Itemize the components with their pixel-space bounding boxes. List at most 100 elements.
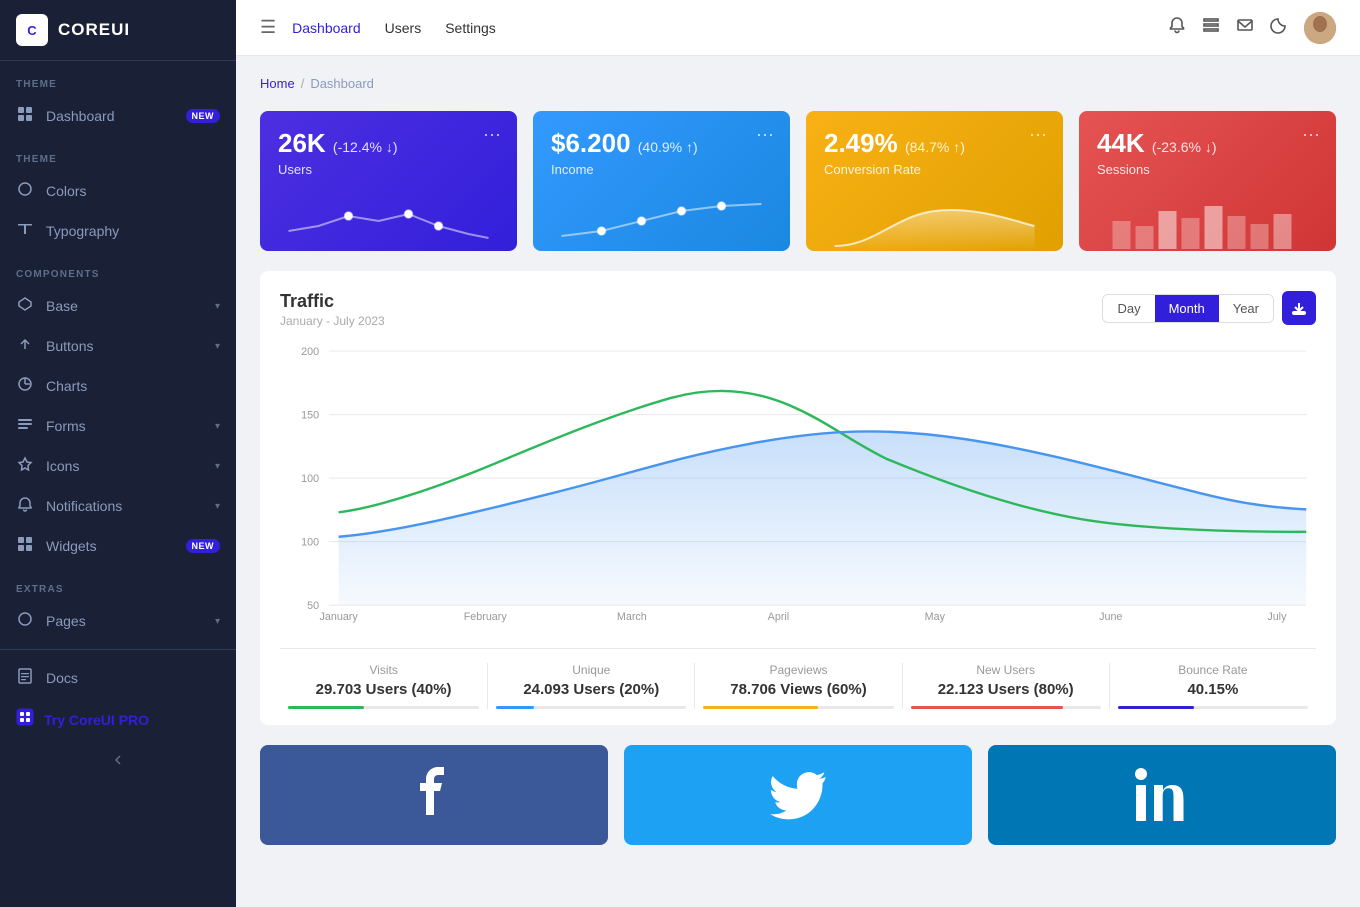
breadcrumb-current: Dashboard [310, 76, 374, 91]
theme-section-label2: THEME [0, 136, 236, 171]
bell-icon[interactable] [1168, 16, 1186, 39]
bouncerate-bar [1118, 706, 1308, 709]
base-label: Base [46, 298, 203, 314]
sidebar-item-colors[interactable]: Colors [0, 171, 236, 211]
conversion-card-menu[interactable]: ⋯ [1029, 125, 1049, 146]
svg-text:50: 50 [307, 600, 319, 612]
buttons-icon [16, 336, 34, 356]
theme-section-label: THEME [0, 61, 236, 96]
traffic-stats-bottom: Visits 29.703 Users (40%) Unique 24.093 … [280, 648, 1316, 709]
list-icon[interactable] [1202, 16, 1220, 39]
stats-cards-row: ⋯ 26K (-12.4% ↓) Users ⋯ $6.200 (40.9% ↑… [260, 111, 1336, 251]
month-button[interactable]: Month [1155, 295, 1219, 322]
users-label: Users [278, 162, 499, 177]
stat-bouncerate: Bounce Rate 40.15% [1109, 663, 1316, 709]
moon-icon[interactable] [1270, 16, 1288, 39]
logo-icon: C [16, 14, 48, 46]
conversion-chart [824, 185, 1045, 251]
dashboard-icon [16, 106, 34, 126]
svg-text:July: July [1267, 611, 1287, 623]
svg-text:200: 200 [301, 346, 319, 358]
main-content: ☰ Dashboard Users Settings [236, 0, 1360, 907]
forms-icon [16, 416, 34, 436]
svg-text:January: January [320, 611, 359, 623]
pages-icon [16, 611, 34, 631]
unique-value: 24.093 Users (20%) [496, 681, 686, 698]
income-value: $6.200 (40.9% ↑) [551, 129, 772, 158]
visits-bar-fill [288, 706, 364, 709]
newusers-value: 22.123 Users (80%) [911, 681, 1101, 698]
stat-newusers: New Users 22.123 Users (80%) [902, 663, 1109, 709]
bouncerate-label: Bounce Rate [1118, 663, 1308, 677]
sidebar-collapse-button[interactable] [0, 741, 236, 779]
page-content: Home / Dashboard ⋯ 26K (-12.4% ↓) Users [236, 56, 1360, 907]
sidebar-item-notifications[interactable]: Notifications ▾ [0, 486, 236, 526]
icons-label: Icons [46, 458, 203, 474]
sidebar-item-docs[interactable]: Docs [0, 658, 236, 698]
try-pro-button[interactable]: Try CoreUI PRO [0, 698, 236, 741]
extras-section-label: EXTRAS [0, 566, 236, 601]
widgets-icon [16, 536, 34, 556]
svg-text:June: June [1099, 611, 1122, 623]
sessions-card-menu[interactable]: ⋯ [1302, 125, 1322, 146]
svg-text:100: 100 [301, 537, 319, 549]
logo-text: COREUI [58, 20, 130, 40]
users-card-menu[interactable]: ⋯ [483, 125, 503, 146]
visits-bar [288, 706, 479, 709]
breadcrumb: Home / Dashboard [260, 76, 1336, 91]
buttons-label: Buttons [46, 338, 203, 354]
sidebar-item-widgets[interactable]: Widgets NEW [0, 526, 236, 566]
twitter-icon [768, 765, 828, 825]
nav-settings[interactable]: Settings [445, 20, 496, 36]
visits-value: 29.703 Users (40%) [288, 681, 479, 698]
charts-label: Charts [46, 378, 220, 394]
sidebar-item-icons[interactable]: Icons ▾ [0, 446, 236, 486]
linkedin-card [988, 745, 1336, 845]
try-pro-icon [16, 708, 34, 731]
header-nav: Dashboard Users Settings [292, 20, 496, 36]
linkedin-icon [1132, 765, 1192, 825]
day-button[interactable]: Day [1103, 295, 1154, 322]
visits-label: Visits [288, 663, 479, 677]
svg-text:May: May [925, 611, 946, 623]
sidebar-item-base[interactable]: Base ▾ [0, 286, 236, 326]
notifications-chevron: ▾ [215, 501, 220, 512]
sidebar-item-typography[interactable]: Typography [0, 211, 236, 251]
users-chart [278, 185, 499, 251]
sidebar-item-forms[interactable]: Forms ▾ [0, 406, 236, 446]
sidebar-item-buttons[interactable]: Buttons ▾ [0, 326, 236, 366]
stat-card-users: ⋯ 26K (-12.4% ↓) Users [260, 111, 517, 251]
sidebar-divider [0, 649, 236, 650]
income-card-menu[interactable]: ⋯ [756, 125, 776, 146]
breadcrumb-home[interactable]: Home [260, 76, 295, 91]
facebook-icon [404, 765, 464, 825]
sessions-chart [1097, 185, 1318, 251]
income-chart [551, 185, 772, 251]
notifications-icon [16, 496, 34, 516]
svg-text:March: March [617, 611, 647, 623]
svg-text:February: February [464, 611, 508, 623]
sidebar-item-pages[interactable]: Pages ▾ [0, 601, 236, 641]
avatar[interactable] [1304, 12, 1336, 44]
bouncerate-value: 40.15% [1118, 681, 1308, 698]
mail-icon[interactable] [1236, 16, 1254, 39]
sidebar-item-dashboard[interactable]: Dashboard NEW [0, 96, 236, 136]
pageviews-bar-fill [703, 706, 817, 709]
nav-dashboard[interactable]: Dashboard [292, 20, 361, 36]
buttons-chevron: ▾ [215, 341, 220, 352]
svg-text:100: 100 [301, 473, 319, 485]
conversion-label: Conversion Rate [824, 162, 1045, 177]
header: ☰ Dashboard Users Settings [236, 0, 1360, 56]
year-button[interactable]: Year [1219, 295, 1273, 322]
dashboard-label: Dashboard [46, 108, 174, 124]
base-chevron: ▾ [215, 301, 220, 312]
hamburger-icon[interactable]: ☰ [260, 17, 276, 38]
social-cards-row [260, 745, 1336, 845]
export-button[interactable] [1282, 291, 1316, 325]
nav-users[interactable]: Users [385, 20, 422, 36]
sidebar-item-charts[interactable]: Charts [0, 366, 236, 406]
users-value: 26K (-12.4% ↓) [278, 129, 499, 158]
bouncerate-bar-fill [1118, 706, 1194, 709]
traffic-header: Traffic January - July 2023 Day Month Ye… [280, 291, 1316, 328]
traffic-subtitle: January - July 2023 [280, 314, 385, 328]
